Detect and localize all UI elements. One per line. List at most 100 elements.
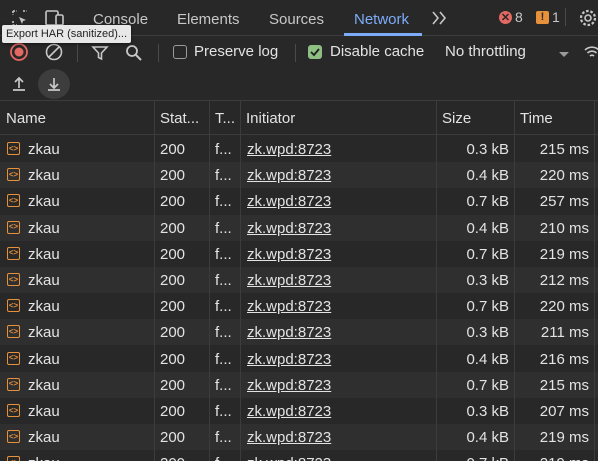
request-name[interactable]: zkau <box>28 220 60 237</box>
request-initiator-link[interactable]: zk.wpd:8723 <box>247 455 331 461</box>
disable-cache-checkbox[interactable] <box>308 45 322 59</box>
request-size: 0.3 kB <box>466 141 509 158</box>
request-time: 215 ms <box>539 376 589 394</box>
request-initiator-link[interactable]: zk.wpd:8723 <box>247 141 331 158</box>
request-status: 200 <box>160 376 186 394</box>
search-icon[interactable] <box>124 43 144 63</box>
request-initiator-link[interactable]: zk.wpd:8723 <box>247 193 331 210</box>
column-header-type[interactable]: T... <box>215 110 235 127</box>
table-row[interactable]: <> zkau 200 f... zk.wpd:8723 0.3 kB 212 ms <box>0 267 598 293</box>
request-type: f... <box>215 376 232 394</box>
table-row[interactable]: <> zkau 200 f... zk.wpd:8723 0.4 kB 219 ms <box>0 424 598 451</box>
table-row[interactable]: <> zkau 200 f... zk.wpd:8723 0.3 kB 207 ms <box>0 398 598 424</box>
warning-count-badge[interactable]: ! 1 <box>536 8 560 26</box>
column-divider <box>436 101 437 461</box>
request-type: f... <box>215 272 232 289</box>
tab-sources[interactable]: Sources <box>269 11 324 28</box>
request-type: f... <box>215 429 232 447</box>
request-initiator-link[interactable]: zk.wpd:8723 <box>247 351 331 368</box>
double-chevron-right-icon[interactable] <box>430 9 452 29</box>
request-size: 0.4 kB <box>466 167 509 185</box>
table-row[interactable]: <> zkau 200 f... zk.wpd:8723 0.4 kB 210 ms <box>0 214 598 241</box>
request-time: 219 ms <box>539 429 589 447</box>
table-row[interactable]: <> zkau 200 f... zk.wpd:8723 0.7 kB 215 ms <box>0 371 598 398</box>
filter-icon[interactable] <box>90 43 110 63</box>
fetch-file-icon: <> <box>7 404 20 417</box>
gear-icon[interactable] <box>578 8 598 28</box>
network-conditions-icon[interactable] <box>583 43 598 61</box>
request-status: 200 <box>160 324 186 342</box>
request-name[interactable]: zkau <box>28 193 60 210</box>
table-row[interactable]: <> zkau 200 f... zk.wpd:8723 0.7 kB 219 ms <box>0 241 598 267</box>
tab-network[interactable]: Network <box>354 11 409 28</box>
preserve-log-label[interactable]: Preserve log <box>194 43 278 60</box>
request-size: 0.7 kB <box>466 298 509 316</box>
active-tab-indicator <box>344 33 422 36</box>
table-row[interactable]: <> zkau 200 f... zk.wpd:8723 0.3 kB 211 ms <box>0 319 598 346</box>
request-initiator-link[interactable]: zk.wpd:8723 <box>247 246 331 263</box>
request-name[interactable]: zkau <box>28 429 60 446</box>
request-initiator-link[interactable]: zk.wpd:8723 <box>247 167 331 184</box>
request-initiator-link[interactable]: zk.wpd:8723 <box>247 220 331 237</box>
request-name[interactable]: zkau <box>28 455 60 461</box>
request-time: 211 ms <box>540 324 589 342</box>
import-har-icon[interactable] <box>9 74 29 94</box>
error-count-badge[interactable]: ✕ 8 <box>499 8 523 26</box>
table-row[interactable]: <> zkau 200 f... zk.wpd:8723 0.4 kB 220 ms <box>0 162 598 189</box>
fetch-file-icon: <> <box>7 220 20 234</box>
table-row[interactable]: <> zkau 200 f... zk.wpd:8723 0.7 kB 220 ms <box>0 293 598 319</box>
request-initiator-link[interactable]: zk.wpd:8723 <box>247 324 331 341</box>
column-header-time[interactable]: Time <box>520 110 553 127</box>
request-status: 200 <box>160 141 186 158</box>
throttling-select[interactable]: No throttling <box>445 43 526 60</box>
request-size: 0.7 kB <box>440 455 509 461</box>
chevron-down-icon[interactable] <box>558 50 570 58</box>
request-type: f... <box>215 324 232 342</box>
request-size: 0.3 kB <box>466 324 509 342</box>
request-name[interactable]: zkau <box>28 167 60 184</box>
table-row[interactable]: <> zkau 200 f... zk.wpd:8723 0.4 kB 216 ms <box>0 346 598 372</box>
column-header-size[interactable]: Size <box>442 110 471 127</box>
request-time: 257 ms <box>539 193 589 211</box>
tab-elements[interactable]: Elements <box>177 11 240 28</box>
checkmark-icon <box>310 48 320 57</box>
request-name[interactable]: zkau <box>28 377 60 394</box>
table-row[interactable]: <> zkau 200 f... zk.wpd:8723 0.3 kB 215 ms <box>0 136 598 162</box>
record-stop-icon[interactable] <box>9 42 29 62</box>
request-type: f... <box>215 245 232 263</box>
table-row[interactable]: <> zkau 200 f... zk.wpd:8723 0.7 kB 219 ms <box>0 450 598 461</box>
export-har-icon[interactable] <box>38 69 70 99</box>
column-header-status[interactable]: Stat... <box>160 110 199 127</box>
request-name[interactable]: zkau <box>28 351 60 368</box>
preserve-log-checkbox[interactable] <box>173 45 187 59</box>
request-name[interactable]: zkau <box>28 272 60 289</box>
request-initiator-link[interactable]: zk.wpd:8723 <box>247 403 331 420</box>
column-header-initiator[interactable]: Initiator <box>246 110 295 127</box>
request-initiator-link[interactable]: zk.wpd:8723 <box>247 377 331 394</box>
request-status: 200 <box>160 455 185 461</box>
request-status: 200 <box>160 298 186 316</box>
request-initiator-link[interactable]: zk.wpd:8723 <box>247 429 331 446</box>
clear-icon[interactable] <box>44 42 64 62</box>
request-status: 200 <box>160 403 186 420</box>
request-name[interactable]: zkau <box>28 141 60 158</box>
request-initiator-link[interactable]: zk.wpd:8723 <box>247 298 331 315</box>
column-header-name[interactable]: Name <box>6 110 46 127</box>
column-divider <box>594 101 595 461</box>
request-name[interactable]: zkau <box>28 246 60 263</box>
request-name[interactable]: zkau <box>28 403 60 420</box>
request-name[interactable]: zkau <box>28 298 60 315</box>
request-time: 210 ms <box>539 219 589 237</box>
network-toolbar-secondary <box>0 67 598 101</box>
fetch-file-icon: <> <box>7 377 20 391</box>
table-row[interactable]: <> zkau 200 f... zk.wpd:8723 0.7 kB 257 ms <box>0 188 598 214</box>
disable-cache-label[interactable]: Disable cache <box>330 43 424 60</box>
request-status: 200 <box>160 245 186 263</box>
request-name[interactable]: zkau <box>28 324 60 341</box>
column-divider <box>154 101 155 461</box>
request-size: 0.3 kB <box>466 272 509 289</box>
request-initiator-link[interactable]: zk.wpd:8723 <box>247 272 331 289</box>
fetch-file-icon: <> <box>7 273 20 286</box>
warning-count: 1 <box>552 9 560 25</box>
error-icon: ✕ <box>499 10 512 24</box>
